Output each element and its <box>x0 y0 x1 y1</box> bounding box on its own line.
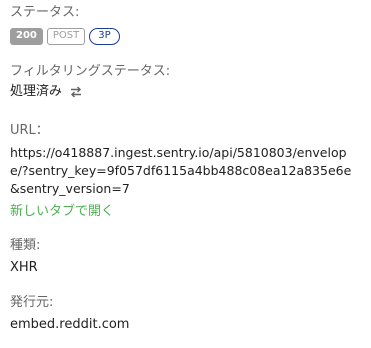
status-code-badge: 200 <box>10 27 43 45</box>
type-label: 種類: <box>10 238 41 253</box>
status-section: ステータス: 200 POST 3P <box>10 4 120 45</box>
filtering-status-value: 処理済み <box>10 84 63 99</box>
initiator-label: 発行元: <box>10 295 54 310</box>
initiator-value: embed.reddit.com <box>10 317 130 332</box>
swap-arrows-icon <box>70 86 82 98</box>
filtering-status-row: 処理済み <box>10 83 170 101</box>
initiator-section: 発行元: embed.reddit.com <box>10 294 129 334</box>
url-label: URL： <box>10 123 49 138</box>
open-in-new-tab-link[interactable]: 新しいタブで開く <box>10 203 114 221</box>
filtering-status-section: フィルタリングステータス: 処理済み <box>10 63 170 101</box>
method-badge: POST <box>46 27 86 45</box>
type-value: XHR <box>10 260 38 275</box>
url-section: URL： https://o418887.ingest.sentry.io/ap… <box>10 122 360 221</box>
type-section: 種類: XHR <box>10 237 40 277</box>
filtering-status-label: フィルタリングステータス: <box>10 64 171 79</box>
status-badges: 200 POST 3P <box>10 27 120 45</box>
request-details-panel: ステータス: 200 POST 3P フィルタリングステータス: 処理済み UR… <box>0 0 371 348</box>
url-value: https://o418887.ingest.sentry.io/api/581… <box>10 145 352 196</box>
third-party-badge: 3P <box>89 27 120 45</box>
status-label: ステータス: <box>10 5 80 20</box>
